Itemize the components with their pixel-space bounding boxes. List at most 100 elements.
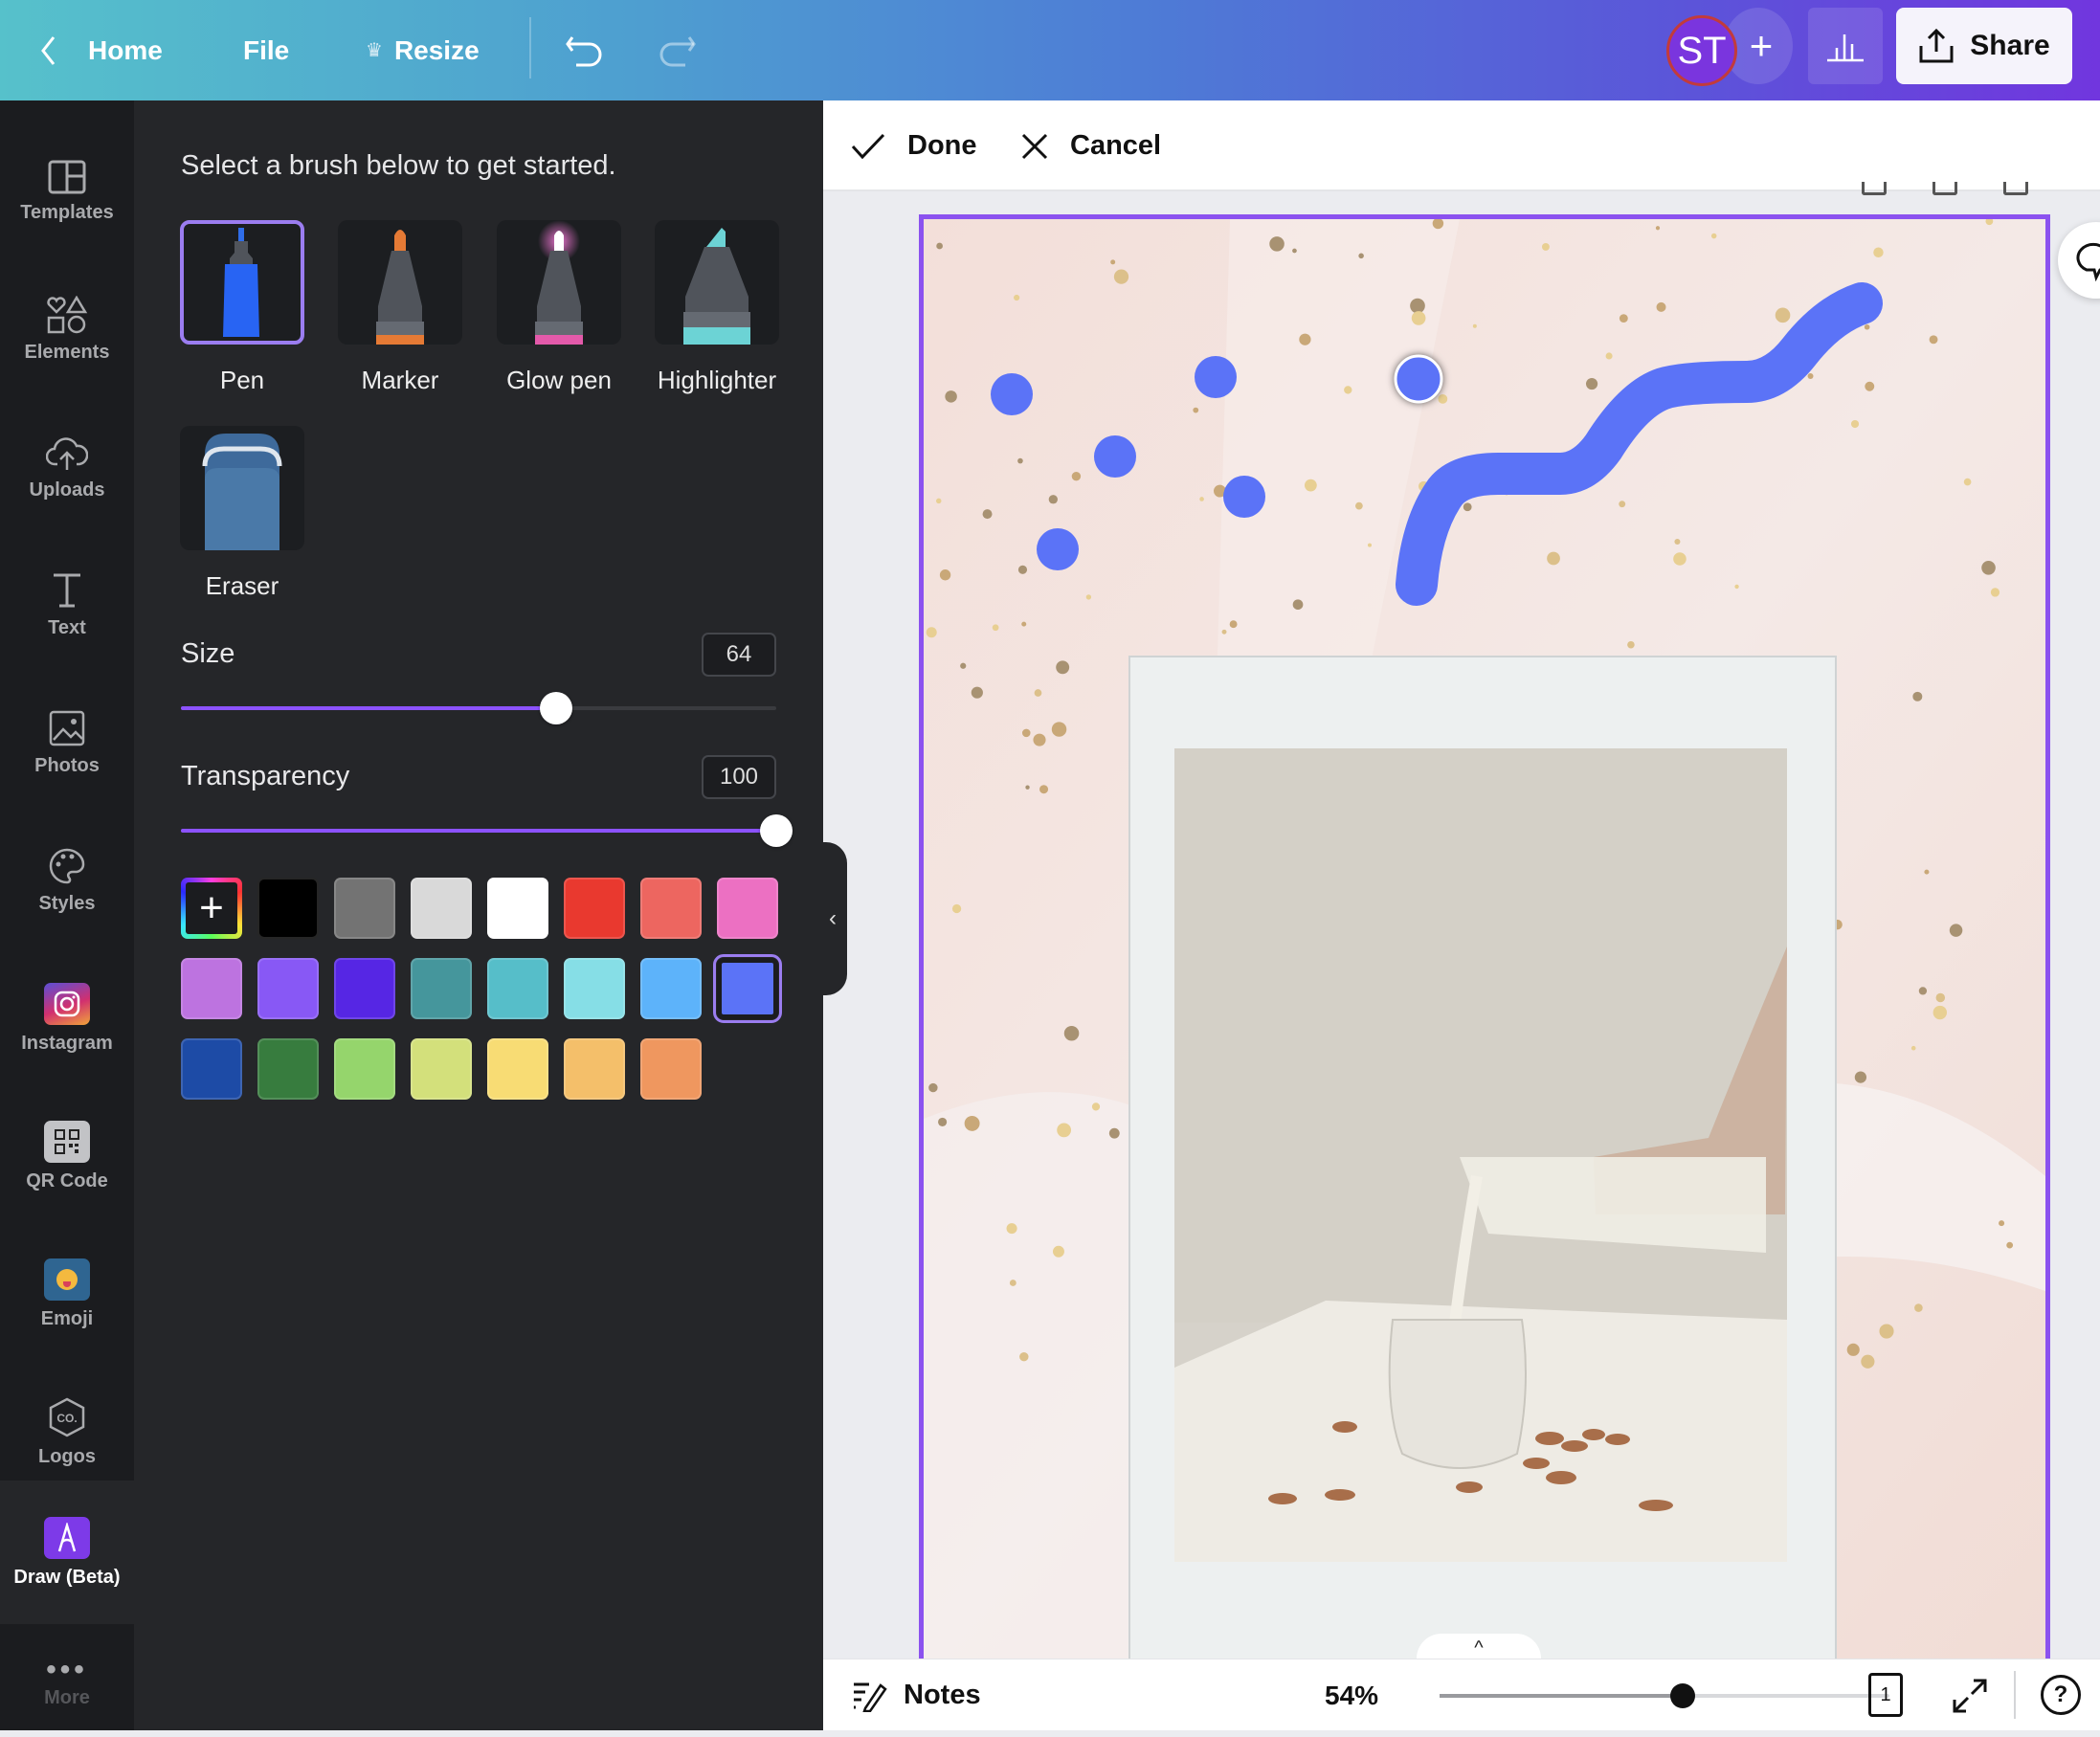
file-menu[interactable]: File — [243, 0, 289, 100]
design-page[interactable] — [919, 214, 2050, 1669]
color-swatch[interactable] — [257, 878, 319, 939]
insights-button[interactable] — [1808, 8, 1883, 84]
confetti-dot — [1924, 869, 1930, 875]
help-button[interactable]: ? — [2041, 1675, 2081, 1715]
color-swatch[interactable] — [487, 958, 548, 1019]
pen-icon — [223, 228, 259, 337]
undo-button[interactable] — [565, 0, 607, 100]
duplicate-page-icon[interactable] — [1932, 182, 1957, 195]
transparency-slider-thumb[interactable] — [760, 814, 793, 847]
eraser-brush-tile — [180, 426, 304, 550]
comment-button[interactable] — [2058, 222, 2100, 299]
templates-icon — [48, 160, 86, 193]
done-button[interactable]: Done — [850, 100, 977, 191]
color-swatch[interactable] — [487, 1038, 548, 1100]
color-swatch[interactable] — [713, 954, 782, 1023]
share-button[interactable]: Share — [1896, 8, 2072, 84]
rail-item-logos[interactable]: CO. Logos — [0, 1370, 134, 1494]
cancel-button[interactable]: Cancel — [1020, 100, 1161, 191]
drawn-dot — [1223, 476, 1265, 518]
chevron-left-icon: ‹ — [829, 905, 837, 931]
rail-item-photos[interactable]: Photos — [0, 680, 134, 805]
confetti-dot — [1914, 1303, 1923, 1312]
color-swatch[interactable] — [181, 958, 242, 1019]
collapse-panel-button[interactable]: ‹ — [818, 842, 847, 995]
rail-item-more[interactable]: ••• More — [0, 1632, 134, 1737]
rail-item-templates[interactable]: Templates — [0, 129, 134, 254]
color-swatch[interactable] — [257, 958, 319, 1019]
resize-button[interactable]: ♛ Resize — [366, 0, 480, 100]
transparency-input[interactable]: 100 — [702, 755, 776, 799]
rail-label: Emoji — [40, 1307, 94, 1329]
color-swatch[interactable] — [717, 878, 778, 939]
transparency-label: Transparency — [181, 761, 350, 791]
color-swatch[interactable] — [564, 878, 625, 939]
brush-glow-pen[interactable]: Glow pen — [496, 220, 622, 395]
rail-item-instagram[interactable]: Instagram — [0, 956, 134, 1080]
rail-item-text[interactable]: Text — [0, 543, 134, 667]
rail-item-styles[interactable]: Styles — [0, 818, 134, 943]
fullscreen-button[interactable] — [1951, 1677, 1989, 1720]
rail-item-uploads[interactable]: Uploads — [0, 405, 134, 529]
size-slider[interactable] — [181, 692, 776, 724]
rail-item-qr-code[interactable]: QR Code — [0, 1094, 134, 1218]
draw-panel: Select a brush below to get started. Pen… — [134, 100, 823, 1730]
confetti-dot — [1021, 728, 1031, 738]
brush-marker[interactable]: Marker — [337, 220, 463, 395]
notes-button[interactable]: Notes — [852, 1659, 981, 1731]
color-swatch[interactable] — [487, 878, 548, 939]
size-input[interactable]: 64 — [702, 633, 776, 677]
confetti-dot — [1472, 323, 1477, 328]
color-swatch[interactable] — [564, 1038, 625, 1100]
confetti-dot — [1585, 377, 1598, 390]
color-swatch[interactable] — [411, 1038, 472, 1100]
redo-button[interactable] — [655, 0, 697, 100]
brush-cursor — [1394, 354, 1443, 404]
page-count-button[interactable]: 1 — [1868, 1673, 1903, 1717]
size-slider-thumb[interactable] — [539, 692, 572, 724]
color-swatch[interactable] — [334, 1038, 395, 1100]
brush-eraser[interactable]: Eraser — [179, 426, 305, 601]
help-icon: ? — [2053, 1681, 2068, 1707]
color-swatch[interactable] — [334, 958, 395, 1019]
confetti-dot — [1017, 457, 1023, 464]
redo-icon — [659, 35, 696, 66]
rail-item-draw[interactable]: Draw (Beta) — [0, 1481, 134, 1624]
transparency-slider[interactable] — [181, 814, 793, 847]
color-swatch[interactable] — [640, 958, 702, 1019]
brush-highlighter[interactable]: Highlighter — [654, 220, 780, 395]
color-swatch[interactable] — [640, 878, 702, 939]
rail-item-emoji[interactable]: Emoji — [0, 1232, 134, 1356]
rail-label: Elements — [24, 341, 110, 363]
add-page-icon[interactable] — [2003, 182, 2028, 195]
photo-glass — [1388, 1319, 1527, 1469]
avatar[interactable]: ST — [1666, 15, 1737, 86]
color-swatch[interactable] — [257, 1038, 319, 1100]
color-swatch[interactable] — [181, 1038, 242, 1100]
brush-pen[interactable]: Pen — [179, 220, 305, 395]
confetti-dot — [1999, 1220, 2005, 1227]
home-button[interactable]: Home — [38, 0, 163, 100]
chevron-up-icon: ^ — [1474, 1637, 1484, 1659]
lock-page-icon[interactable] — [1862, 182, 1887, 195]
confetti-dot — [1990, 588, 2000, 597]
confetti-dot — [1865, 381, 1875, 391]
add-color-button[interactable]: + — [181, 878, 242, 939]
zoom-slider[interactable] — [1440, 1683, 1889, 1708]
confetti-dot — [1033, 733, 1046, 746]
confetti-dot — [1873, 247, 1884, 257]
marker-brush-tile — [338, 220, 462, 345]
color-swatch[interactable] — [564, 958, 625, 1019]
color-swatch[interactable] — [411, 878, 472, 939]
rail-label: Styles — [38, 892, 96, 914]
divider — [2014, 1671, 2016, 1719]
confetti-dot — [1199, 497, 1204, 501]
color-swatch[interactable] — [411, 958, 472, 1019]
zoom-slider-thumb[interactable] — [1669, 1683, 1695, 1708]
zoom-percentage[interactable]: 54% — [1325, 1659, 1378, 1731]
color-swatch[interactable] — [334, 878, 395, 939]
color-swatch[interactable] — [640, 1038, 702, 1100]
plus-icon: + — [186, 882, 237, 934]
brush-label: Glow pen — [506, 366, 612, 394]
rail-item-elements[interactable]: Elements — [0, 267, 134, 391]
